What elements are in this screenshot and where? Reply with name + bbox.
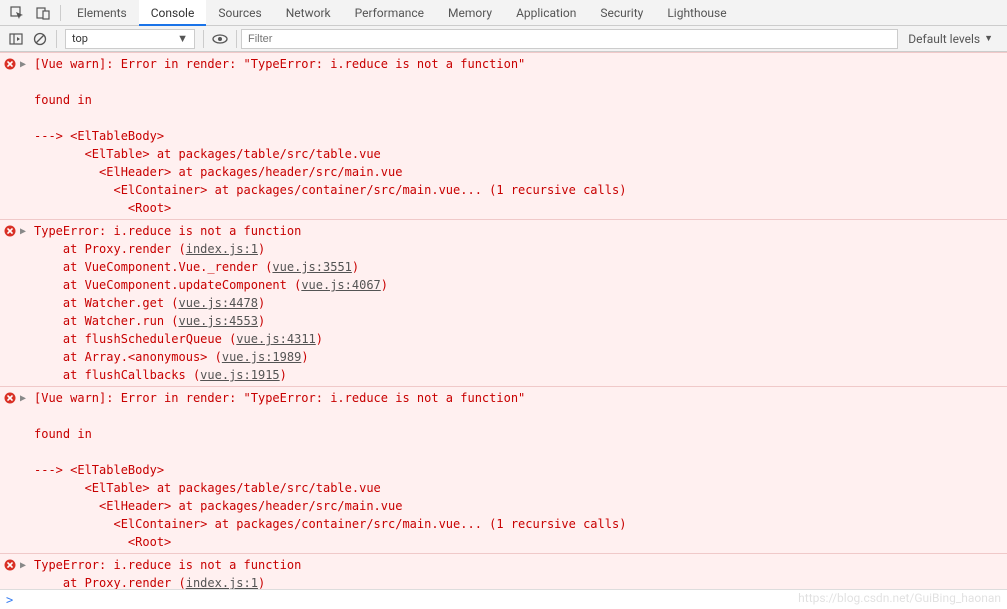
console-error-message: ▶ [Vue warn]: Error in render: "TypeError… <box>0 386 1007 553</box>
message-body: TypeError: i.reduce is not a function at… <box>34 222 1001 384</box>
console-output: ▶ [Vue warn]: Error in render: "TypeError… <box>0 52 1007 589</box>
expand-arrow-icon[interactable]: ▶ <box>20 391 30 406</box>
message-body: [Vue warn]: Error in render: "TypeError:… <box>34 55 1001 217</box>
error-icon <box>4 392 16 404</box>
tab-security[interactable]: Security <box>588 0 655 26</box>
log-levels-label: Default levels <box>908 32 980 46</box>
inspect-element-icon[interactable] <box>4 0 30 26</box>
devtools-tabs: ElementsConsoleSourcesNetworkPerformance… <box>0 0 1007 26</box>
sidebar-toggle-icon[interactable] <box>4 27 28 51</box>
tab-lighthouse[interactable]: Lighthouse <box>655 0 738 26</box>
separator <box>236 30 237 48</box>
message-body: TypeError: i.reduce is not a function at… <box>34 556 1001 589</box>
separator <box>203 30 204 48</box>
source-link[interactable]: vue.js:4311 <box>236 332 315 346</box>
error-icon <box>4 58 16 70</box>
separator <box>60 5 61 21</box>
live-expression-icon[interactable] <box>208 27 232 51</box>
device-toolbar-icon[interactable] <box>30 0 56 26</box>
tab-performance[interactable]: Performance <box>343 0 436 26</box>
tab-memory[interactable]: Memory <box>436 0 504 26</box>
tab-network[interactable]: Network <box>274 0 343 26</box>
chevron-down-icon: ▼ <box>984 33 993 44</box>
prompt-chevron-icon: > <box>6 593 13 607</box>
source-link[interactable]: vue.js:3551 <box>272 260 351 274</box>
log-levels-selector[interactable]: Default levels ▼ <box>898 32 1003 46</box>
context-selector[interactable]: top ▼ <box>65 29 195 49</box>
console-prompt[interactable]: > <box>0 589 1007 609</box>
clear-console-icon[interactable] <box>28 27 52 51</box>
expand-arrow-icon[interactable]: ▶ <box>20 558 30 573</box>
error-icon <box>4 225 16 237</box>
source-link[interactable]: vue.js:4067 <box>301 278 380 292</box>
source-link[interactable]: vue.js:4478 <box>179 296 258 310</box>
source-link[interactable]: vue.js:1989 <box>222 350 301 364</box>
separator <box>56 30 57 48</box>
source-link[interactable]: vue.js:1915 <box>200 368 279 382</box>
tab-elements[interactable]: Elements <box>65 0 139 26</box>
console-error-message: ▶ TypeError: i.reduce is not a function a… <box>0 219 1007 386</box>
error-icon <box>4 559 16 571</box>
tab-console[interactable]: Console <box>139 0 207 26</box>
console-error-message: ▶ [Vue warn]: Error in render: "TypeError… <box>0 52 1007 219</box>
expand-arrow-icon[interactable]: ▶ <box>20 57 30 72</box>
console-toolbar: top ▼ Default levels ▼ <box>0 26 1007 52</box>
expand-arrow-icon[interactable]: ▶ <box>20 224 30 239</box>
source-link[interactable]: index.js:1 <box>186 242 258 256</box>
source-link[interactable]: index.js:1 <box>186 576 258 589</box>
context-selector-value: top <box>72 32 88 45</box>
source-link[interactable]: vue.js:4553 <box>179 314 258 328</box>
chevron-down-icon: ▼ <box>177 32 188 45</box>
tab-sources[interactable]: Sources <box>206 0 273 26</box>
console-error-message: ▶ TypeError: i.reduce is not a function a… <box>0 553 1007 589</box>
tab-application[interactable]: Application <box>504 0 588 26</box>
filter-input[interactable] <box>241 29 898 49</box>
message-body: [Vue warn]: Error in render: "TypeError:… <box>34 389 1001 551</box>
